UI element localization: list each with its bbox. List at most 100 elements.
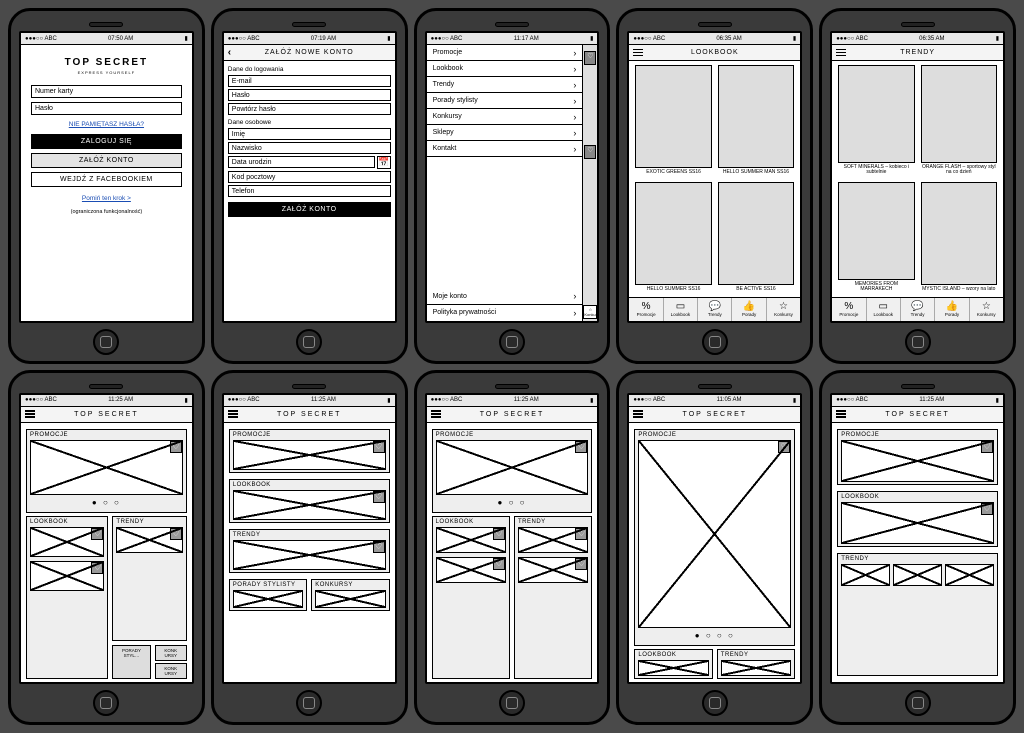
- trendy-image[interactable]: [893, 564, 942, 586]
- heart-icon[interactable]: ♡: [575, 558, 587, 570]
- calendar-icon[interactable]: 📅: [377, 156, 391, 169]
- lookbook-card[interactable]: BE ACTIVE SS16: [718, 182, 794, 293]
- card-number-input[interactable]: Numer karty: [31, 85, 182, 98]
- lookbook-image[interactable]: ♡: [233, 490, 386, 520]
- password-repeat-input[interactable]: Powtórz hasło: [228, 103, 391, 115]
- tab-konkursy[interactable]: ☆Konkursy: [970, 298, 1003, 321]
- trendy-image[interactable]: ♡: [518, 557, 588, 583]
- heart-icon[interactable]: ♡: [981, 441, 993, 453]
- menu-item-porady[interactable]: Porady stylisty›: [427, 93, 583, 109]
- trendy-card[interactable]: SOFT MINERALS – kobieco i subtelnie: [838, 65, 914, 176]
- heart-icon[interactable]: ♡: [778, 441, 790, 453]
- lastname-input[interactable]: Nazwisko: [228, 142, 391, 154]
- menu-icon[interactable]: [633, 49, 643, 57]
- home-button[interactable]: [702, 329, 728, 355]
- tab-lookbook[interactable]: ▭Lookbook: [867, 298, 901, 321]
- home-button[interactable]: [905, 690, 931, 716]
- heart-icon[interactable]: ♡: [373, 441, 385, 453]
- tab-promocje[interactable]: %Promocje: [832, 298, 866, 321]
- menu-item-kontakt[interactable]: Kontakt›: [427, 141, 583, 157]
- password-input[interactable]: Hasło: [228, 89, 391, 101]
- heart-icon[interactable]: ♡: [170, 528, 182, 540]
- promo-image[interactable]: ♡: [30, 440, 183, 495]
- menu-item-trendy[interactable]: Trendy›: [427, 77, 583, 93]
- trendy-image[interactable]: [841, 564, 890, 586]
- carousel-dots[interactable]: ● ○ ○ ○: [638, 631, 791, 640]
- heart-icon[interactable]: ♡: [91, 528, 103, 540]
- menu-item-account[interactable]: Moje konto›: [427, 289, 583, 305]
- trendy-card[interactable]: ORANGE FLASH – sportowy styl na co dzień: [921, 65, 997, 176]
- trendy-card[interactable]: MEMORIES FROM MARRAKECH: [838, 182, 914, 293]
- lookbook-card[interactable]: EXOTIC GREENS SS16: [635, 65, 711, 176]
- konkursy-tile[interactable]: KONK URSY: [155, 645, 187, 661]
- trendy-image[interactable]: ♡: [233, 540, 386, 570]
- heart-icon[interactable]: ♡: [91, 562, 103, 574]
- konkursy-tile[interactable]: KONK URSY: [155, 663, 187, 679]
- tab-konkursy-peek[interactable]: ☆Konkursy: [583, 305, 597, 319]
- back-icon[interactable]: ‹: [228, 47, 231, 58]
- email-input[interactable]: E-mail: [228, 75, 391, 87]
- home-button[interactable]: [93, 329, 119, 355]
- promo-image[interactable]: ♡: [436, 440, 589, 495]
- tab-promocje[interactable]: %Promocje: [629, 298, 663, 321]
- promo-image[interactable]: ♡: [841, 440, 994, 482]
- tab-porady[interactable]: 👍Porady: [935, 298, 969, 321]
- menu-item-lookbook[interactable]: Lookbook›: [427, 61, 583, 77]
- promo-image[interactable]: ♡: [233, 440, 386, 470]
- lookbook-image[interactable]: ♡: [436, 527, 506, 553]
- heart-icon[interactable]: ♡: [170, 441, 182, 453]
- facebook-login-button[interactable]: WEJDŹ Z FACEBOOKIEM: [31, 172, 182, 187]
- heart-icon[interactable]: ♡: [575, 528, 587, 540]
- tab-trendy[interactable]: 💬Trendy: [698, 298, 732, 321]
- home-button[interactable]: [296, 690, 322, 716]
- menu-item-konkursy[interactable]: Konkursy›: [427, 109, 583, 125]
- firstname-input[interactable]: Imię: [228, 128, 391, 140]
- lookbook-image[interactable]: ♡: [841, 502, 994, 544]
- lookbook-card[interactable]: HELLO SUMMER MAN SS16: [718, 65, 794, 176]
- tab-lookbook[interactable]: ▭Lookbook: [664, 298, 698, 321]
- create-account-button[interactable]: ZAŁÓŻ KONTO: [228, 202, 391, 217]
- menu-icon[interactable]: [431, 410, 441, 418]
- password-input[interactable]: Hasło: [31, 102, 182, 115]
- heart-icon[interactable]: ♡: [493, 558, 505, 570]
- register-button[interactable]: ZAŁÓŻ KONTO: [31, 153, 182, 168]
- tab-trendy[interactable]: 💬Trendy: [901, 298, 935, 321]
- heart-icon[interactable]: ♡: [373, 491, 385, 503]
- menu-icon[interactable]: [836, 410, 846, 418]
- home-button[interactable]: [93, 690, 119, 716]
- trendy-image[interactable]: ♡: [116, 527, 182, 553]
- heart-icon[interactable]: ♡: [493, 528, 505, 540]
- forgot-password-link[interactable]: NIE PAMIĘTASZ HASŁA?: [25, 121, 188, 128]
- konkursy-image[interactable]: [315, 590, 385, 608]
- lookbook-card[interactable]: HELLO SUMMER SS16: [635, 182, 711, 293]
- lookbook-image[interactable]: ♡: [30, 561, 104, 591]
- tab-konkursy[interactable]: ☆Konkursy: [767, 298, 800, 321]
- lookbook-tile[interactable]: LOOKBOOK: [634, 649, 712, 679]
- heart-icon[interactable]: ♡: [373, 541, 385, 553]
- home-button[interactable]: [702, 690, 728, 716]
- trendy-tile[interactable]: TRENDY: [717, 649, 795, 679]
- heart-icon[interactable]: ♡: [584, 51, 596, 65]
- home-button[interactable]: [296, 329, 322, 355]
- home-button[interactable]: [499, 690, 525, 716]
- menu-icon[interactable]: [836, 49, 846, 57]
- porady-tile[interactable]: PORADY STYL…: [112, 645, 150, 679]
- heart-icon[interactable]: ♡: [575, 441, 587, 453]
- heart-icon[interactable]: ♡: [584, 145, 596, 159]
- phone-input[interactable]: Telefon: [228, 185, 391, 197]
- carousel-dots[interactable]: ● ○ ○: [436, 498, 589, 507]
- menu-icon[interactable]: [633, 410, 643, 418]
- home-button[interactable]: [905, 329, 931, 355]
- menu-item-privacy[interactable]: Polityka prywatności›: [427, 305, 583, 321]
- dob-input[interactable]: Data urodzin: [228, 156, 375, 168]
- trendy-card[interactable]: MYSTIC ISLAND – wzory na lato: [921, 182, 997, 293]
- trendy-image[interactable]: ♡: [518, 527, 588, 553]
- skip-link[interactable]: Pomiń ten krok >: [25, 195, 188, 202]
- menu-item-promocje[interactable]: Promocje›: [427, 45, 583, 61]
- zip-input[interactable]: Kod pocztowy: [228, 171, 391, 183]
- home-button[interactable]: [499, 329, 525, 355]
- menu-item-sklepy[interactable]: Sklepy›: [427, 125, 583, 141]
- lookbook-image[interactable]: ♡: [436, 557, 506, 583]
- tab-porady[interactable]: 👍Porady: [732, 298, 766, 321]
- menu-icon[interactable]: [25, 410, 35, 418]
